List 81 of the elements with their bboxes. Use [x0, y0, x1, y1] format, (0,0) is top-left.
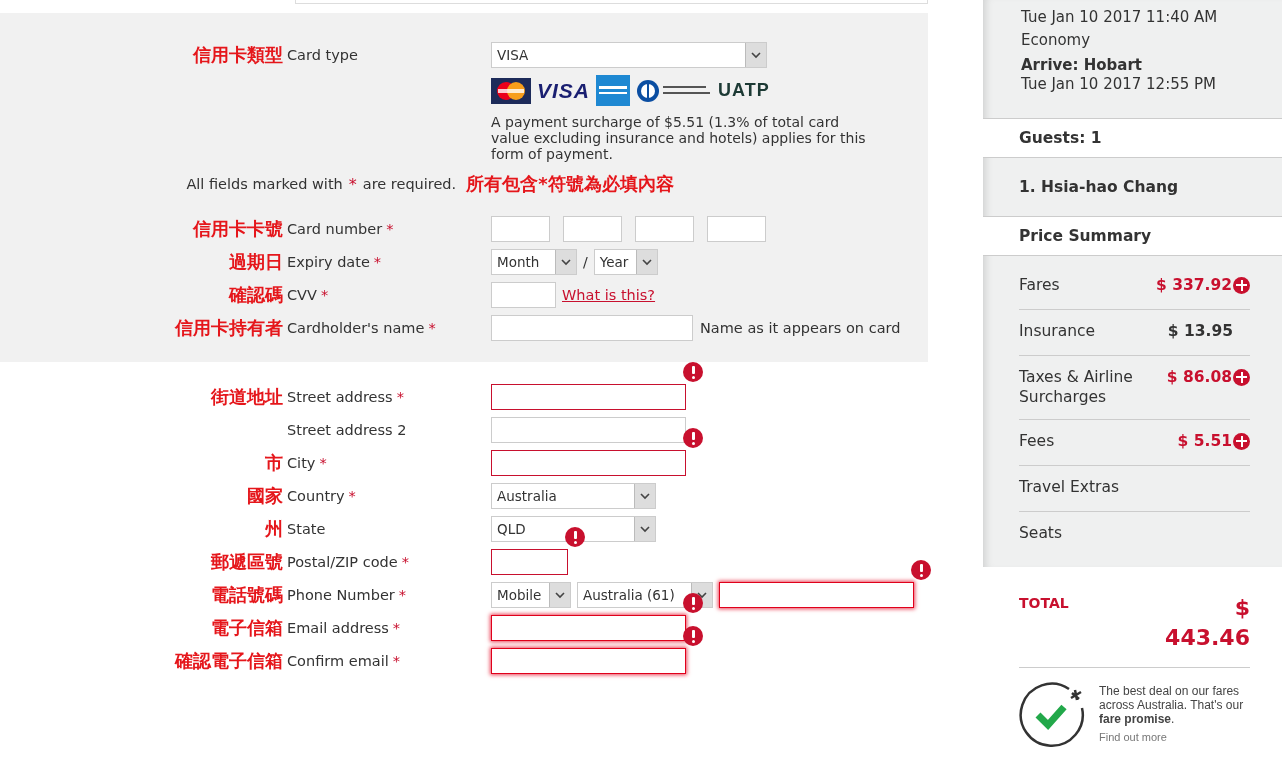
select-field[interactable]: Month	[491, 248, 577, 275]
field-label: Cardholder's name *	[287, 319, 437, 336]
price-value: $ 86.08	[1166, 367, 1250, 387]
price-label: Travel Extras	[1019, 477, 1120, 497]
field-label: Confirm email *	[287, 652, 401, 669]
required-asterisk: *	[348, 174, 357, 194]
price-value: $ 13.95	[1167, 321, 1233, 341]
price-label: Insurance	[1019, 321, 1097, 341]
select-field[interactable]: VISA	[491, 41, 767, 68]
input-field[interactable]	[491, 449, 686, 476]
price-label: Seats	[1019, 523, 1064, 543]
field-label: Postal/ZIP code *	[287, 553, 410, 570]
field-label: Expiry date *	[287, 253, 383, 270]
input-field[interactable]	[491, 548, 568, 575]
price-label: Taxes & Airline Surcharges	[1019, 367, 1134, 407]
error-icon	[683, 427, 703, 448]
annotation: 州	[264, 516, 283, 541]
required-note: All fields marked with	[186, 176, 343, 192]
price-summary-heading: Price Summary	[983, 216, 1282, 255]
amex-logo-icon	[596, 75, 630, 106]
annotation: 郵遞區號	[210, 549, 283, 574]
field-label: Street address *	[287, 388, 405, 405]
annotation: 街道地址	[209, 384, 283, 409]
flight-info: Tue Jan 10 2017 12:55 PM	[1021, 75, 1218, 94]
field-label: City *	[287, 454, 328, 471]
annotation: 電話號碼	[210, 582, 283, 607]
field-hint: Name as it appears on card	[700, 319, 901, 336]
visa-logo: VISA	[537, 78, 590, 103]
field-label: Street address 2	[287, 421, 408, 438]
required-note: are required.	[362, 176, 457, 192]
annotation: 市	[264, 450, 283, 475]
total-label: TOTAL	[1019, 595, 1069, 613]
price-label: Fees	[1019, 431, 1056, 451]
field-label: Email address *	[287, 619, 402, 636]
select-field[interactable]: Australia	[491, 482, 656, 509]
field-label: Card type	[287, 46, 359, 63]
field-label: Phone Number *	[287, 586, 408, 603]
flight-info: Tue Jan 10 2017 11:40 AM	[1021, 8, 1219, 27]
mastercard-logo-icon	[491, 77, 531, 104]
expand-plus-icon[interactable]	[1233, 368, 1250, 386]
fare-promise-drawing	[1019, 680, 1087, 748]
annotation: 信用卡類型	[191, 42, 283, 67]
field-label: CVV *	[287, 286, 330, 303]
separator: /	[583, 253, 588, 270]
field-label: State	[287, 520, 327, 537]
error-icon	[911, 559, 931, 580]
select-field[interactable]: Australia (61)	[577, 581, 713, 608]
error-icon	[683, 361, 703, 382]
expand-plus-icon[interactable]	[1233, 276, 1250, 294]
price-value: $ 337.92	[1156, 275, 1250, 295]
fare-promise-text: The best deal on our fares across Australia. That's our fare promise.	[1099, 684, 1245, 726]
flight-info: Economy	[1021, 31, 1092, 50]
error-icon	[683, 625, 703, 646]
surcharge-note: A payment surcharge of $5.51 (1.3% of total card value excluding insurance and hotels) applies for this form of payment.	[491, 114, 867, 162]
expand-plus-icon[interactable]	[1233, 432, 1250, 450]
help-link[interactable]: What is this?	[562, 286, 656, 303]
total-amount: $ 443.46	[1164, 594, 1250, 652]
select-field[interactable]: QLD	[491, 515, 656, 542]
annotation: 確認碼	[227, 282, 283, 307]
field-label: Card number *	[287, 220, 395, 237]
price-value: $ 5.51	[1177, 431, 1250, 451]
annotation: 信用卡持有者	[173, 315, 283, 340]
annotation: 確認電子信箱	[173, 648, 283, 673]
annotation: 國家	[246, 483, 283, 508]
flight-info: Arrive: Hobart	[1021, 56, 1143, 75]
guests-heading: Guests: 1	[983, 118, 1282, 157]
annotation: 電子信箱	[210, 615, 283, 640]
price-label: Fares	[1019, 275, 1061, 295]
uatp-logo: UATP	[718, 80, 770, 101]
annotation: 過期日	[228, 249, 283, 274]
input-field[interactable]	[719, 581, 914, 608]
annotation: 所有包含*符號為必填內容	[466, 172, 674, 196]
find-out-more-link[interactable]: Find out more	[1099, 731, 1259, 743]
input-field[interactable]	[491, 614, 686, 641]
field-label: Country *	[287, 487, 357, 504]
input-field[interactable]	[491, 383, 686, 410]
select-field[interactable]: Year	[593, 248, 658, 275]
annotation: 信用卡卡號	[191, 216, 283, 241]
input-field[interactable]	[491, 647, 686, 674]
select-field[interactable]: Mobile	[491, 581, 571, 608]
diners-logo-icon	[636, 78, 712, 103]
